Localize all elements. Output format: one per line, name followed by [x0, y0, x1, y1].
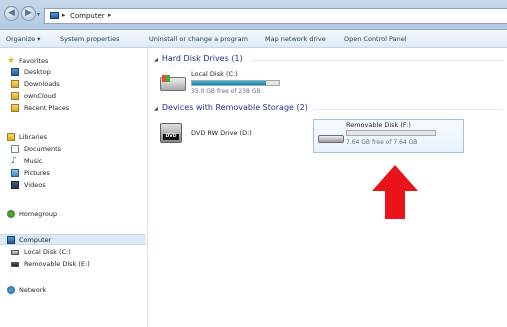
sidebar-item-network[interactable]: Network	[0, 285, 146, 295]
sidebar-item-recent-places[interactable]: Recent Places	[0, 103, 146, 113]
drive-usage-bar	[346, 130, 436, 136]
chevron-right-icon[interactable]: ▸	[108, 11, 112, 19]
sidebar-item-label: Favorites	[19, 57, 49, 65]
sidebar-item-local-disk[interactable]: Local Disk (C:)	[0, 247, 146, 257]
windows-logo-icon	[162, 75, 170, 82]
group-divider	[313, 109, 503, 110]
computer-icon	[50, 12, 59, 19]
sidebar-item-homegroup[interactable]: Homegroup	[0, 209, 146, 219]
music-icon: ♪	[11, 156, 17, 166]
downloads-folder-icon	[11, 80, 19, 88]
organize-button[interactable]: Organize ▾	[6, 35, 40, 43]
sidebar-item-label: Computer	[19, 236, 52, 244]
drive-usage-fill	[192, 81, 267, 85]
sidebar-item-libraries[interactable]: Libraries	[0, 132, 146, 142]
file-list-pane: ◢ Hard Disk Drives (1) Local Disk (C:) 35…	[148, 48, 507, 327]
drive-name: Local Disk (C:)	[191, 70, 238, 78]
map-network-drive-button[interactable]: Map network drive	[265, 35, 326, 43]
open-control-panel-button[interactable]: Open Control Panel	[344, 35, 407, 43]
removable-drive-icon	[11, 262, 19, 267]
collapse-triangle-icon[interactable]: ◢	[154, 57, 158, 63]
pictures-icon	[11, 169, 19, 177]
drive-tile-dvd[interactable]: DVD DVD RW Drive (D:)	[158, 122, 298, 150]
sidebar-item-downloads[interactable]: Downloads	[0, 79, 146, 89]
sidebar-item-label: ownCloud	[24, 92, 56, 100]
documents-icon	[11, 145, 19, 153]
drive-tile-local-disk[interactable]: Local Disk (C:) 35.0 GB free of 238 GB	[158, 68, 298, 98]
hard-drive-icon	[11, 250, 19, 255]
collapse-triangle-icon[interactable]: ◢	[154, 106, 158, 112]
star-icon: ★	[7, 56, 16, 66]
sidebar-item-label: Homegroup	[19, 210, 58, 218]
sidebar-item-label: Pictures	[24, 169, 50, 177]
drive-name: DVD RW Drive (D:)	[191, 129, 252, 137]
sidebar-item-label: Downloads	[24, 80, 60, 88]
recent-pages-dropdown-icon[interactable]: ▾	[37, 11, 40, 18]
sidebar-item-videos[interactable]: Videos	[0, 180, 146, 190]
drive-name: Removable Disk (F:)	[346, 121, 411, 129]
desktop-icon	[11, 68, 19, 76]
dvd-drive-icon: DVD	[160, 123, 182, 143]
address-bar-area: ◀ ▶ ▾ ▸ Computer ▸	[0, 0, 507, 30]
folder-icon	[11, 92, 19, 100]
breadcrumb-computer[interactable]: Computer	[70, 12, 105, 20]
drive-tile-removable-disk[interactable]: Removable Disk (F:) 7.64 GB free of 7.64…	[313, 119, 464, 153]
sidebar-item-computer[interactable]: Computer	[0, 234, 146, 245]
sidebar-item-label: Removable Disk (E:)	[24, 260, 90, 268]
sidebar-item-pictures[interactable]: Pictures	[0, 168, 146, 178]
sidebar-item-music[interactable]: ♪ Music	[0, 156, 146, 166]
sidebar-item-favorites[interactable]: ★ Favorites	[0, 56, 146, 66]
group-title: Hard Disk Drives (1)	[161, 54, 243, 63]
sidebar-item-removable-disk[interactable]: Removable Disk (E:)	[0, 259, 146, 269]
command-bar: Organize ▾ System properties Uninstall o…	[0, 30, 507, 48]
sidebar-item-owncloud[interactable]: ownCloud	[0, 91, 146, 101]
homegroup-icon	[7, 210, 15, 218]
removable-drive-icon	[318, 135, 344, 143]
sidebar-item-label: Videos	[24, 181, 46, 189]
red-arrow-annotation	[372, 165, 418, 219]
group-title: Devices with Removable Storage (2)	[161, 103, 308, 112]
sidebar-item-label: Network	[19, 286, 47, 294]
drive-free-space: 35.0 GB free of 238 GB	[191, 88, 261, 95]
sidebar-item-label: Libraries	[19, 133, 48, 141]
group-divider	[251, 60, 503, 61]
sidebar-item-desktop[interactable]: Desktop	[0, 67, 146, 77]
recent-places-icon	[11, 104, 19, 112]
drive-usage-bar	[191, 80, 280, 86]
chevron-right-icon[interactable]: ▸	[62, 11, 66, 19]
sidebar-item-label: Recent Places	[24, 104, 70, 112]
computer-icon	[7, 236, 15, 244]
group-header-hard-disk-drives[interactable]: ◢ Hard Disk Drives (1)	[154, 54, 243, 63]
videos-icon	[11, 181, 19, 189]
sidebar-item-label: Local Disk (C:)	[24, 248, 71, 256]
drive-free-space: 7.64 GB free of 7.64 GB	[346, 139, 418, 146]
sidebar-item-documents[interactable]: Documents	[0, 144, 146, 154]
group-header-removable-storage[interactable]: ◢ Devices with Removable Storage (2)	[154, 103, 308, 112]
back-button[interactable]: ◀	[4, 6, 19, 21]
forward-button[interactable]: ▶	[21, 6, 36, 21]
address-field[interactable]: ▸ Computer ▸	[44, 8, 507, 24]
uninstall-program-button[interactable]: Uninstall or change a program	[149, 35, 248, 43]
sidebar-item-label: Desktop	[24, 68, 51, 76]
navigation-pane: ★ Favorites Desktop Downloads ownCloud R…	[0, 48, 148, 327]
system-properties-button[interactable]: System properties	[60, 35, 119, 43]
sidebar-item-label: Music	[24, 157, 43, 165]
dvd-badge: DVD	[163, 134, 179, 140]
network-icon	[7, 286, 15, 294]
libraries-icon	[7, 133, 15, 141]
sidebar-item-label: Documents	[24, 145, 62, 153]
